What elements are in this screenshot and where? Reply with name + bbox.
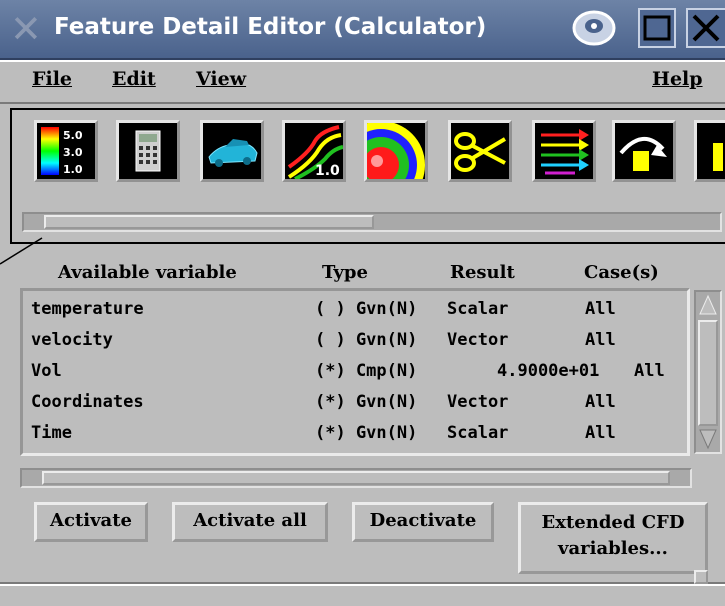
x-logo-icon: ✕ xyxy=(10,7,42,51)
close-icon xyxy=(692,14,720,42)
contour-tool-button[interactable]: 1.0 xyxy=(282,120,346,182)
list-item[interactable]: Time (*) Gvn(N) Scalar All xyxy=(31,419,681,449)
menu-bar: File Edit View Help xyxy=(0,60,725,104)
list-item[interactable]: velocity ( ) Gvn(N) Vector All xyxy=(31,326,681,356)
svg-text:1.0: 1.0 xyxy=(63,163,83,176)
list-vscrollbar[interactable] xyxy=(694,290,722,454)
list-hscrollbar[interactable] xyxy=(20,468,692,488)
header-cases: Case(s) xyxy=(584,262,659,283)
svg-text:1.0: 1.0 xyxy=(315,163,340,179)
car-model-tool-icon xyxy=(208,139,258,167)
calculator-tool-button[interactable] xyxy=(116,120,180,182)
scissors-clip-tool-button[interactable] xyxy=(448,120,512,182)
list-hscroll-thumb[interactable] xyxy=(42,471,670,485)
list-item[interactable]: Coordinates (*) Gvn(N) Vector All xyxy=(31,388,681,418)
variable-list[interactable]: temperature ( ) Gvn(N) Scalar All veloci… xyxy=(20,288,690,456)
svg-text:5.0: 5.0 xyxy=(63,129,83,142)
isosurface-tool-icon xyxy=(367,123,425,179)
header-result: Result xyxy=(450,262,515,283)
menu-view[interactable]: View xyxy=(196,68,246,90)
header-available-variable: Available variable xyxy=(58,262,237,283)
minimize-icon xyxy=(572,10,616,46)
activate-all-button[interactable]: Activate all xyxy=(172,502,328,542)
color-legend-tool-icon: 5.0 3.0 1.0 xyxy=(41,127,83,176)
pointer-leader-line xyxy=(0,237,43,265)
minimize-button[interactable] xyxy=(566,8,622,48)
maximize-button[interactable] xyxy=(638,8,676,48)
extended-cfd-variables-button[interactable]: Extended CFD variables... xyxy=(518,502,708,574)
svg-text:3.0: 3.0 xyxy=(63,146,83,159)
toolbar: 5.0 3.0 1.0 1.0 xyxy=(10,108,725,244)
menu-edit[interactable]: Edit xyxy=(112,68,156,90)
resize-grip-icon[interactable] xyxy=(694,570,708,584)
color-legend-tool-button[interactable]: 5.0 3.0 1.0 xyxy=(34,120,98,182)
elevated-surface-tool-button[interactable] xyxy=(612,120,676,182)
toolbar-hscrollbar[interactable] xyxy=(22,212,722,232)
close-button[interactable] xyxy=(686,8,725,48)
calculator-tool-icon xyxy=(135,130,161,172)
vector-arrows-tool-button[interactable] xyxy=(532,120,596,182)
overflow-tool-button[interactable] xyxy=(694,120,725,182)
vector-arrows-tool-icon xyxy=(541,129,589,175)
header-type: Type xyxy=(322,262,368,283)
scroll-up-arrow-icon[interactable] xyxy=(698,294,718,316)
list-item[interactable]: Vol (*) Cmp(N) 4.9000e+01 All xyxy=(31,357,681,387)
window-title: Feature Detail Editor (Calculator) xyxy=(54,14,487,40)
overflow-tool-icon xyxy=(713,143,723,171)
list-item[interactable]: temperature ( ) Gvn(N) Scalar All xyxy=(31,295,681,325)
car-model-tool-button[interactable] xyxy=(200,120,264,182)
toolbar-scroll-thumb[interactable] xyxy=(44,215,374,229)
list-vscroll-thumb[interactable] xyxy=(698,320,718,426)
scroll-down-arrow-icon[interactable] xyxy=(698,428,718,450)
menu-file[interactable]: File xyxy=(32,68,72,90)
isosurface-tool-button[interactable] xyxy=(364,120,428,182)
deactivate-button[interactable]: Deactivate xyxy=(352,502,494,542)
calculator-window: ✕ Feature Detail Editor (Calculator) Fil… xyxy=(0,0,725,606)
extended-cfd-label-line2: variables... xyxy=(558,538,668,559)
elevated-surface-tool-icon xyxy=(619,137,667,171)
maximize-icon xyxy=(643,15,671,41)
scissors-clip-tool-icon xyxy=(454,132,507,172)
title-bar[interactable]: ✕ Feature Detail Editor (Calculator) xyxy=(0,0,725,60)
activate-button[interactable]: Activate xyxy=(34,502,148,542)
extended-cfd-label-line1: Extended CFD xyxy=(541,512,685,533)
bottom-divider xyxy=(0,582,725,586)
menu-help[interactable]: Help xyxy=(652,68,703,90)
contour-tool-icon: 1.0 xyxy=(287,125,343,179)
